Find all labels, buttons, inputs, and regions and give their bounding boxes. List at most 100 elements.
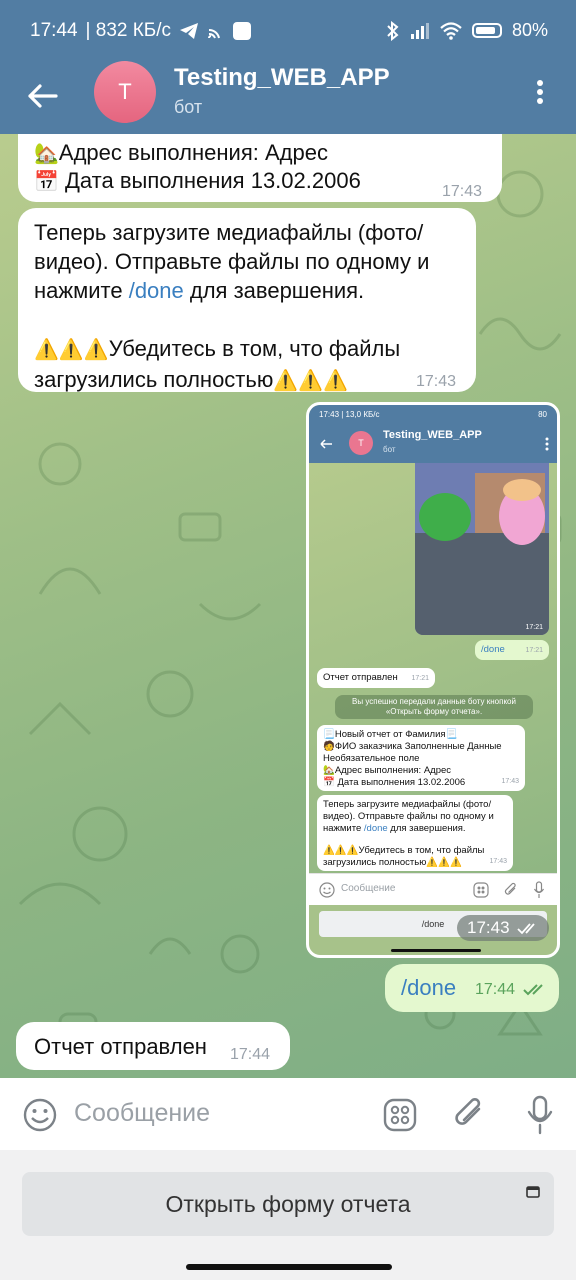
message-time: 17:43	[442, 183, 483, 200]
bluetooth-icon	[387, 20, 399, 41]
screenshot-done-time: 17:21	[525, 647, 543, 654]
calendar-icon: 📅	[323, 777, 335, 788]
paperclip-icon[interactable]	[452, 1096, 488, 1134]
cartoon-image: 17:21	[415, 463, 549, 635]
warning-icon: ⚠️⚠️⚠️	[426, 857, 462, 868]
report-line-4: Адрес выполнения: Адрес	[334, 765, 452, 776]
screenshot-done-text: /done	[481, 644, 505, 655]
screenshot-input-placeholder: Сообщение	[341, 883, 396, 894]
chat-header: T Testing_WEB_APP бот	[0, 61, 576, 134]
network-speed: | 832 КБ/с	[85, 20, 172, 41]
screenshot-time: 17:43	[467, 918, 510, 937]
report-line-3: Необязательное поле	[323, 753, 420, 764]
message-time: 17:43	[416, 373, 457, 390]
screenshot-chat: 17:21 /done 17:21 Отчет отправлен 17:21 …	[309, 463, 557, 873]
telegram-notification-icon	[180, 23, 199, 39]
image-time: 17:21	[525, 624, 543, 631]
screenshot-subtitle: бот	[383, 445, 396, 454]
screenshot-image-message[interactable]: 17:43 | 13,0 КБ/с 80 T Testing_WEB_APP б…	[306, 402, 560, 958]
keyboard-area: Открыть форму отчета	[0, 1150, 576, 1280]
double-check-icon	[523, 984, 543, 996]
screenshot-avatar: T	[349, 431, 373, 455]
report-line-2: ФИО заказчика Заполненные Данные	[334, 741, 502, 752]
back-arrow-icon	[320, 439, 332, 449]
screenshot-input-bar: Сообщение	[309, 873, 557, 905]
date-text: Дата выполнения 13.02.2006	[65, 168, 361, 193]
screenshot-status-bar: 17:43 | 13,0 КБ/с 80	[309, 405, 557, 425]
warning-icon: ⚠️⚠️⚠️	[34, 339, 109, 361]
screenshot-header: T Testing_WEB_APP бот	[309, 425, 557, 463]
person-icon: 🧑	[323, 741, 335, 752]
screenshot-service-message: Вы успешно передали данные боту кнопкой …	[335, 695, 533, 719]
bot-menu-icon	[473, 882, 489, 898]
report-line-5: Дата выполнения 13.02.2006	[337, 777, 466, 788]
chat-title[interactable]: Testing_WEB_APP	[174, 64, 390, 92]
window-icon	[526, 1186, 540, 1198]
avatar-letter: T	[118, 79, 132, 104]
service-line-2: «Открыть форму отчета».	[385, 707, 483, 716]
screenshot-sent-text: Отчет отправлен	[323, 672, 398, 683]
address-text: Адрес выполнения: Адрес	[58, 140, 328, 165]
outgoing-done-message[interactable]: /done 17:44	[385, 964, 559, 1012]
screenshot-done-bubble: /done 17:21	[475, 640, 549, 660]
message-time: 17:44	[475, 981, 516, 998]
microphone-icon[interactable]	[524, 1094, 556, 1136]
microphone-icon	[533, 881, 545, 898]
warning-icon: ⚠️⚠️⚠️	[323, 845, 359, 856]
battery-level: 80%	[511, 20, 548, 40]
signal-icon	[410, 22, 429, 39]
smiley-icon[interactable]	[22, 1097, 58, 1133]
done-command-text[interactable]: /done	[401, 975, 456, 1001]
message-time: 17:44	[230, 1046, 271, 1063]
screenshot-home-bar	[391, 949, 481, 952]
message-bubble-upload-instructions[interactable]: Теперь загрузите медиафайлы (фото/видео)…	[18, 208, 476, 392]
media-time: 17:43	[489, 858, 507, 865]
status-bar: 17:44 | 832 КБ/с 80%	[0, 0, 576, 64]
done-command-link[interactable]: /done	[129, 278, 184, 303]
house-icon: 🏡	[34, 143, 59, 165]
message-bubble-report-sent[interactable]: Отчет отправлен 17:44	[16, 1022, 290, 1070]
chat-subtitle: бот	[174, 97, 203, 117]
warning-icon: ⚠️⚠️⚠️	[273, 370, 349, 392]
screenshot-status-time: 17:43 | 13,0 КБ/с	[319, 410, 380, 419]
home-indicator[interactable]	[186, 1264, 392, 1270]
screenshot-title: Testing_WEB_APP	[383, 429, 482, 441]
message-input[interactable]: Сообщение	[74, 1099, 210, 1128]
service-line-1: Вы успешно передали данные боту кнопкой	[352, 697, 516, 706]
notification-dot-icon	[233, 22, 252, 40]
screenshot-media-bubble: Теперь загрузите медиафайлы (фото/видео)…	[317, 795, 513, 871]
wifi-icon	[440, 21, 462, 40]
screenshot-timestamp-pill: 17:43	[457, 915, 549, 941]
media-text-end: для завершения.	[387, 823, 466, 834]
double-check-icon	[517, 923, 535, 935]
screenshot-sent-bubble: Отчет отправлен 17:21	[317, 668, 435, 688]
message-bubble-address[interactable]: 🏡Адрес выполнения: Адрес 📅 Дата выполнен…	[18, 134, 502, 202]
instruction-text-end: для завершения.	[183, 278, 365, 303]
back-arrow-icon[interactable]	[20, 74, 64, 118]
more-vertical-icon[interactable]	[528, 76, 552, 108]
report-line-1: Новый отчет от Фамилия	[334, 729, 446, 740]
smiley-icon	[319, 882, 335, 898]
avatar[interactable]: T	[94, 61, 156, 123]
battery-icon	[471, 23, 502, 38]
cast-icon	[208, 28, 221, 39]
bot-menu-icon[interactable]	[382, 1097, 418, 1133]
calendar-icon: 📅	[34, 171, 59, 193]
paperclip-icon	[504, 882, 516, 895]
screenshot-sent-time: 17:21	[411, 675, 429, 682]
house-icon: 🏡	[323, 765, 335, 776]
chat-area[interactable]: 🏡Адрес выполнения: Адрес 📅 Дата выполнен…	[0, 134, 576, 1078]
report-sent-text: Отчет отправлен	[34, 1034, 207, 1059]
message-input-bar: Сообщение	[0, 1078, 576, 1150]
screenshot-avatar-letter: T	[358, 438, 364, 448]
scroll-icon: 📃	[445, 729, 458, 740]
open-report-form-label: Открыть форму отчета	[165, 1191, 411, 1217]
screenshot-report-bubble: 📃Новый отчет от Фамилия📃 🧑ФИО заказчика …	[317, 725, 525, 791]
report-time: 17:43	[501, 778, 519, 785]
status-time: 17:44	[30, 20, 78, 41]
more-vertical-icon	[545, 437, 549, 451]
scroll-icon: 📃	[323, 729, 335, 740]
media-link: /done	[363, 823, 388, 834]
screenshot-battery: 80	[538, 410, 547, 419]
open-report-form-button[interactable]: Открыть форму отчета	[22, 1172, 554, 1236]
